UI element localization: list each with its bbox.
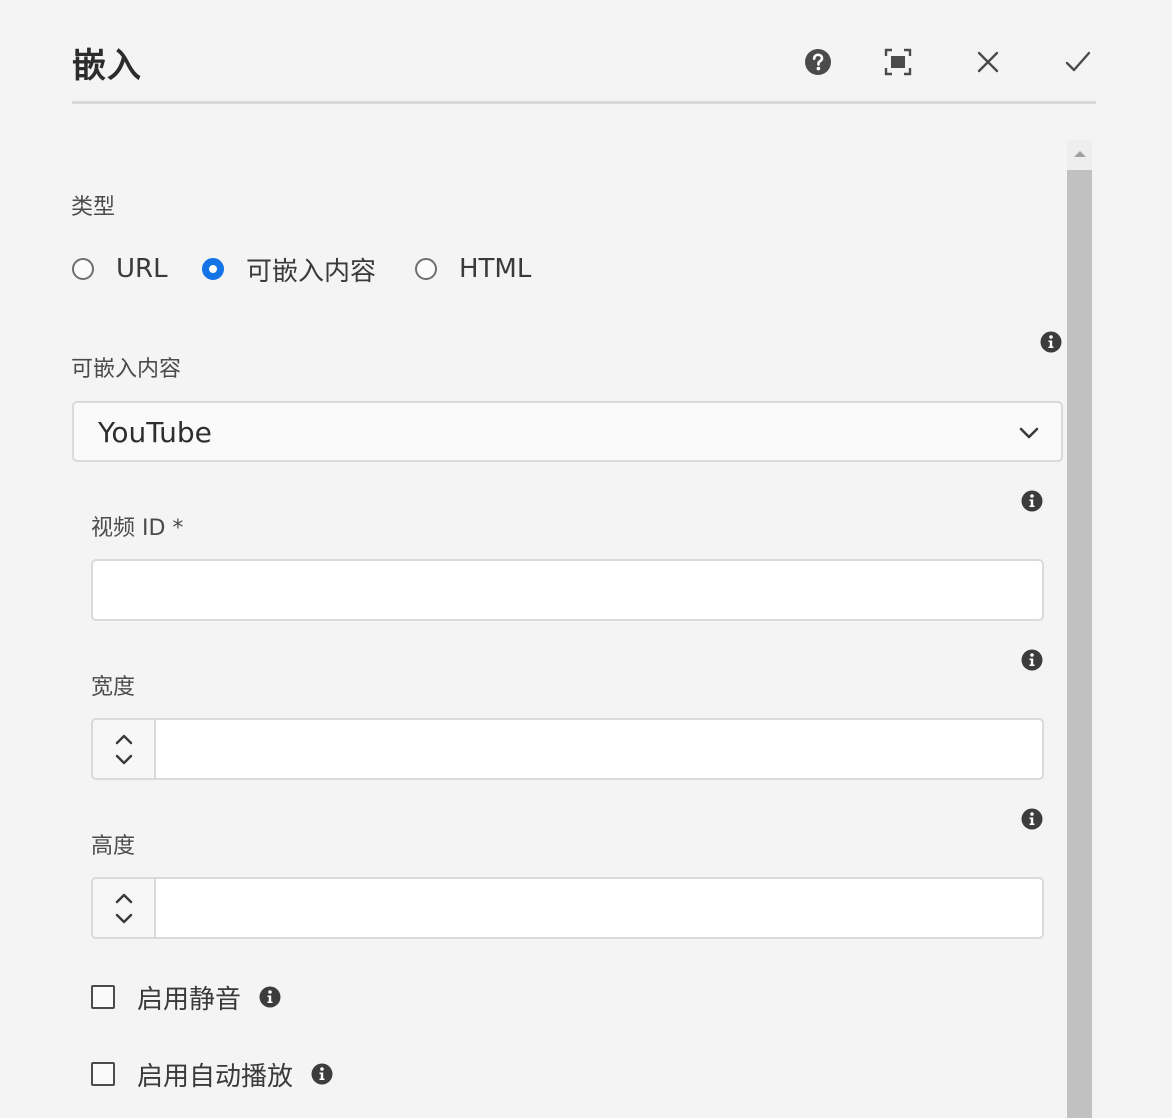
height-number-field (91, 877, 1044, 939)
fullscreen-icon (884, 48, 912, 76)
check-icon (1065, 51, 1091, 72)
width-number-field (91, 718, 1044, 780)
width-increment-button[interactable] (113, 730, 135, 748)
info-icon[interactable] (1021, 808, 1043, 830)
chevron-down-icon (115, 913, 133, 924)
info-icon[interactable] (1021, 490, 1043, 512)
autoplay-checkbox-label: 启用自动播放 (137, 1061, 294, 1092)
radio-html[interactable]: HTML (415, 254, 531, 284)
info-icon[interactable] (259, 986, 281, 1008)
scrollbar-thumb[interactable] (1067, 170, 1092, 1118)
dialog-title: 嵌入 (72, 46, 142, 86)
chevron-down-icon (1019, 427, 1039, 439)
close-icon (977, 51, 999, 73)
help-icon (805, 49, 831, 75)
height-stepper (93, 879, 156, 937)
embeddable-dropdown[interactable]: YouTube (72, 401, 1063, 462)
header-divider (72, 101, 1096, 104)
fullscreen-button[interactable] (880, 44, 916, 80)
radio-embeddable-label: 可嵌入内容 (246, 256, 377, 287)
scrollbar[interactable] (1067, 140, 1092, 1118)
width-input[interactable] (156, 720, 1040, 778)
radio-embeddable[interactable]: 可嵌入内容 (202, 254, 376, 287)
chevron-down-icon (115, 754, 133, 765)
radio-url[interactable]: URL (72, 254, 168, 284)
height-increment-button[interactable] (113, 889, 135, 907)
video-id-label: 视频 ID * (91, 516, 184, 541)
mute-checkbox[interactable] (91, 985, 115, 1009)
height-decrement-button[interactable] (113, 910, 135, 928)
chevron-up-icon (115, 893, 133, 904)
mute-checkbox-label: 启用静音 (137, 984, 242, 1015)
radio-html-circle[interactable] (415, 258, 437, 280)
video-id-input[interactable] (91, 559, 1044, 621)
dropdown-selected-value: YouTube (98, 416, 212, 449)
close-button[interactable] (970, 44, 1006, 80)
height-input[interactable] (156, 879, 1040, 937)
embeddable-label: 可嵌入内容 (71, 357, 182, 382)
info-icon[interactable] (1040, 331, 1062, 353)
radio-url-label: URL (116, 254, 168, 284)
chevron-up-icon (115, 734, 133, 745)
radio-embeddable-circle[interactable] (202, 258, 224, 280)
mute-checkbox-row: 启用静音 (91, 981, 281, 1015)
autoplay-checkbox-row: 启用自动播放 (91, 1058, 333, 1092)
embed-dialog: 嵌入 类型 URL 可嵌入内容 HTML 可嵌入内容 YouTube 视频 ID… (0, 0, 1172, 1118)
type-label: 类型 (71, 195, 116, 220)
width-label: 宽度 (91, 675, 136, 700)
info-icon[interactable] (1021, 649, 1043, 671)
help-button[interactable] (800, 44, 836, 80)
autoplay-checkbox[interactable] (91, 1062, 115, 1086)
height-label: 高度 (91, 834, 136, 859)
radio-url-circle[interactable] (72, 258, 94, 280)
done-button[interactable] (1060, 44, 1096, 80)
info-icon[interactable] (311, 1063, 333, 1085)
width-decrement-button[interactable] (113, 751, 135, 769)
dialog-header: 嵌入 (72, 30, 1096, 102)
radio-html-label: HTML (459, 254, 532, 284)
scroll-up-arrow-icon[interactable] (1067, 140, 1092, 168)
width-stepper (93, 720, 156, 778)
